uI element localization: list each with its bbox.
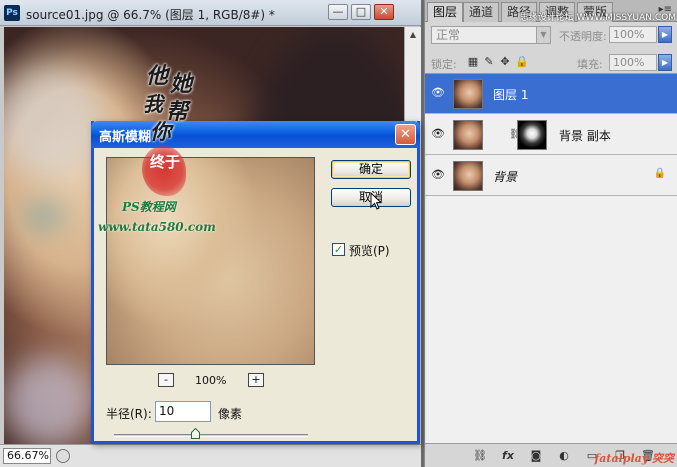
calligraphy-char: 他 [146,63,169,89]
dialog-title: 高斯模糊 [99,130,152,145]
canvas-blur-region [24,207,64,225]
calligraphy-char: 你 [150,119,171,144]
dialog-body: - 100% + 确定 取消 ✓ 预览(P) 半径(R): 10 像素 [94,148,417,441]
lock-transparent-pixels-icon[interactable]: ▦ [467,56,479,68]
dialog-title-bar[interactable]: 高斯模糊 ✕ [91,121,420,148]
zoom-out-button[interactable]: - [158,373,174,387]
minimize-button[interactable]: — [328,4,348,20]
radius-slider-track[interactable] [114,434,308,437]
fx-icon[interactable]: fx [499,448,517,464]
blend-mode-value: 正常 [436,28,461,42]
visibility-eye-icon[interactable]: 👁 [430,86,446,100]
ok-button[interactable]: 确定 [331,160,411,179]
gaussian-blur-dialog: 高斯模糊 ✕ - 100% + 确定 取消 ✓ 预览(P) 半径(R): 10 … [91,121,420,444]
canvas-blur-region [4,67,104,177]
preview-label[interactable]: 预览(P) [349,242,390,259]
scroll-up-arrow-icon[interactable]: ▲ [407,29,419,41]
link-layers-icon[interactable]: ⛓ [471,448,489,464]
lock-all-icon[interactable]: 🔒 [515,56,529,68]
layer-name[interactable]: 背景 副本 [559,127,611,144]
layer-name[interactable]: 图层 1 [493,86,528,103]
fill-label: 填充: [577,58,603,71]
preview-checkbox[interactable]: ✓ [332,243,345,256]
visibility-eye-icon[interactable]: 👁 [430,168,446,182]
fill-slider-arrow-icon[interactable]: ▶ [658,54,672,71]
blend-mode-select[interactable]: 正常 ▼ [431,26,551,44]
radius-input[interactable]: 10 [155,401,211,422]
canvas-blur-region [4,357,94,444]
close-document-button[interactable]: ✕ [374,4,394,20]
lock-position-icon[interactable]: ✥ [499,56,511,68]
layer-row[interactable]: 👁 背景 🔒 [425,156,677,196]
status-bar: 66.67% [0,444,421,467]
layer-thumbnail [453,120,483,150]
panel-tab-bar: 图层 通道 路径 调整 蒙版 ▸≡ 思缘设计论坛 WWW.MISSYUAN.CO… [425,0,677,23]
document-title-bar[interactable]: Ps source01.jpg @ 66.7% (图层 1, RGB/8#) *… [0,0,421,26]
layer-row[interactable]: 👁 ⛓ 背景 副本 [425,115,677,155]
layer-thumbnail [453,161,483,191]
tab-channels[interactable]: 通道 [463,2,500,22]
status-info-icon[interactable] [56,449,70,463]
radius-slider-thumb[interactable] [190,428,200,439]
visibility-eye-icon[interactable]: 👁 [430,127,446,141]
layer-name[interactable]: 背景 [493,168,517,185]
layer-thumbnail [453,79,483,109]
photoshop-app-icon: Ps [4,5,20,21]
layer-mask-thumbnail[interactable] [517,120,547,150]
add-mask-icon[interactable]: ◙ [527,448,545,464]
document-title: source01.jpg @ 66.7% (图层 1, RGB/8#) * [26,8,275,22]
layer-lock-icon: 🔒 [653,168,666,179]
radius-unit-label: 像素 [218,407,243,421]
adjustment-layer-icon[interactable]: ◐ [555,448,573,464]
site-watermark: 思缘设计论坛 WWW.MISSYUAN.COM [519,13,676,23]
dialog-close-button[interactable]: ✕ [395,124,416,145]
calligraphy-char: 我 [143,92,163,116]
chevron-down-icon: ▼ [536,27,550,43]
layer-list: 👁 图层 1 👁 ⛓ 背景 副本 👁 背景 🔒 [425,73,677,443]
tab-layers[interactable]: 图层 [427,2,464,22]
author-watermark: fatalplay 突突 [594,452,674,465]
lock-image-pixels-icon[interactable]: ✎ [483,56,495,68]
restore-button[interactable]: □ [351,4,371,20]
site-url-watermark: www.tata580.com [98,220,216,234]
fill-field[interactable]: 100% [609,54,657,71]
site-name-watermark: PS教程网 [122,200,176,214]
radius-label: 半径(R): [106,407,152,421]
lock-label: 锁定: [431,58,457,71]
zoom-in-button[interactable]: + [248,373,264,387]
preview-zoom-label: 100% [195,374,227,387]
panel-footer: ⛓ fx ◙ ◐ ▭ ❐ 🗑 fatalplay 突突 [425,443,677,467]
layer-row[interactable]: 👁 图层 1 [425,74,677,114]
mouse-pointer-icon [370,192,382,210]
blur-preview[interactable] [106,157,315,365]
opacity-label: 不透明度: [559,30,607,43]
opacity-field[interactable]: 100% [609,26,657,43]
seal-text: 终于 [149,153,180,171]
layers-panel: 图层 通道 路径 调整 蒙版 ▸≡ 思缘设计论坛 WWW.MISSYUAN.CO… [424,0,677,467]
opacity-slider-arrow-icon[interactable]: ▶ [658,26,672,43]
zoom-level-field[interactable]: 66.67% [3,448,51,464]
